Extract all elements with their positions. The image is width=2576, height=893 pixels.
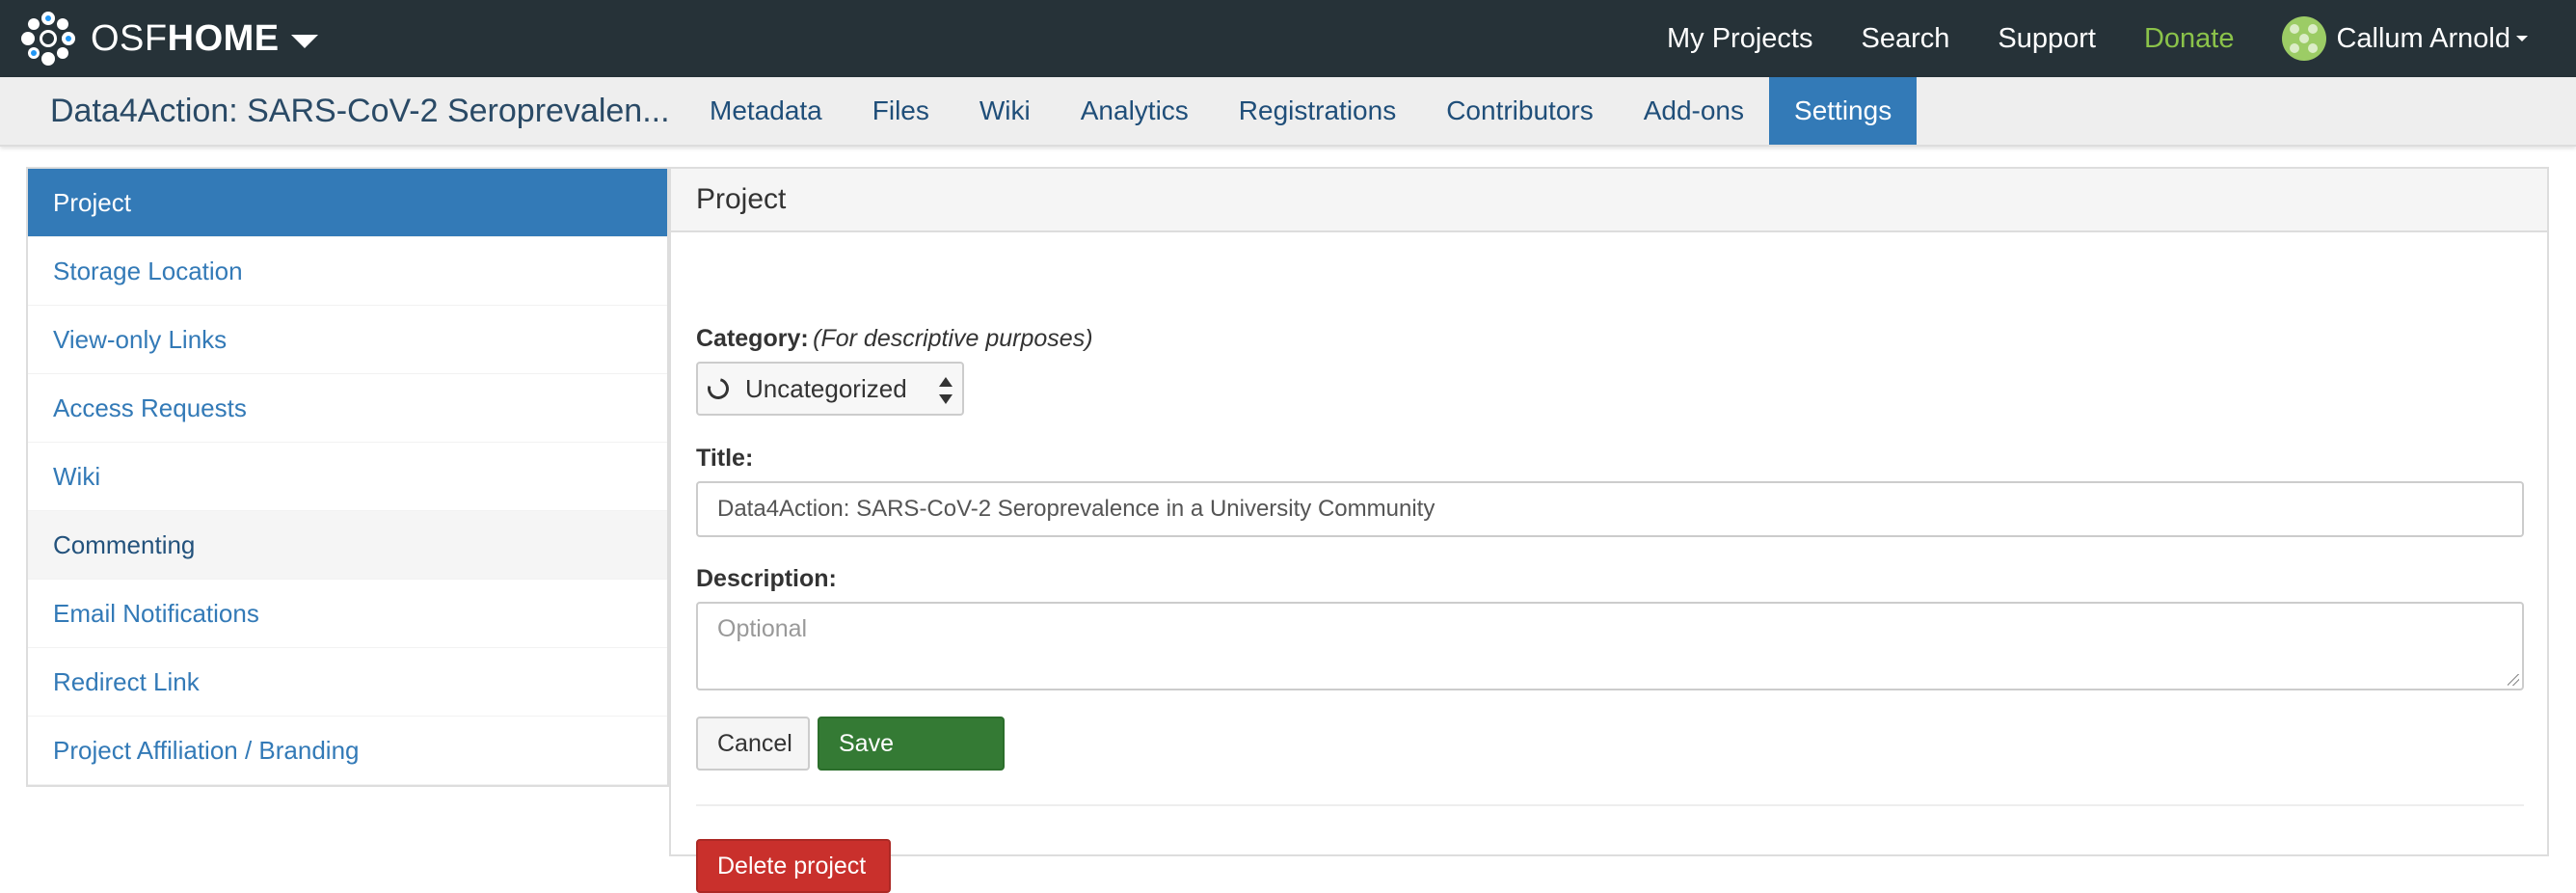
tab-settings[interactable]: Settings (1769, 77, 1918, 145)
project-tabs: Metadata Files Wiki Analytics Registrati… (684, 77, 1918, 145)
sidebar-item-access-requests[interactable]: Access Requests (28, 374, 667, 443)
user-avatar-icon (2282, 16, 2327, 61)
title-label: Title: (696, 445, 754, 472)
category-label-row: Category: (For descriptive purposes) (696, 325, 1093, 353)
user-menu[interactable]: Callum Arnold (2258, 0, 2576, 77)
sidebar-item-view-only-links[interactable]: View-only Links (28, 306, 667, 374)
divider (696, 804, 2524, 806)
sidebar-item-redirect-link[interactable]: Redirect Link (28, 648, 667, 717)
nav-search[interactable]: Search (1837, 0, 1973, 77)
top-nav: My Projects Search Support Donate Callum… (1643, 0, 2576, 77)
brand-home: HOME (167, 17, 280, 59)
tab-files[interactable]: Files (847, 77, 954, 145)
sidebar-item-project[interactable]: Project (28, 169, 667, 237)
category-select[interactable]: Uncategorized (696, 362, 964, 416)
osf-logo-icon (21, 12, 75, 66)
category-label: Category: (696, 325, 809, 352)
sidebar-item-wiki[interactable]: Wiki (28, 443, 667, 511)
sidebar-item-email-notifications[interactable]: Email Notifications (28, 580, 667, 648)
description-label-row: Description: (696, 565, 837, 593)
nav-support[interactable]: Support (1973, 0, 2120, 77)
project-subnav: Data4Action: SARS-CoV-2 Seroprevalen... … (0, 77, 2576, 147)
project-title[interactable]: Data4Action: SARS-CoV-2 Seroprevalen... (0, 93, 684, 130)
caret-down-icon (290, 35, 318, 48)
cancel-button[interactable]: Cancel (696, 717, 810, 771)
title-input[interactable]: Data4Action: SARS-CoV-2 Seroprevalence i… (696, 481, 2524, 537)
brand-osf: OSF (91, 17, 168, 59)
category-note: (For descriptive purposes) (813, 325, 1093, 352)
osf-home-brand[interactable]: OSFHOME (0, 0, 318, 77)
sidebar-item-commenting[interactable]: Commenting (28, 511, 667, 580)
sidebar-item-storage-location[interactable]: Storage Location (28, 237, 667, 306)
save-changes-button[interactable]: Save changes (818, 717, 1005, 807)
tab-wiki[interactable]: Wiki (954, 77, 1056, 145)
delete-project-button[interactable]: Delete project (696, 839, 891, 893)
panel-heading: Project (671, 169, 2547, 232)
category-value: Uncategorized (745, 373, 907, 403)
title-label-row: Title: (696, 445, 753, 473)
tab-registrations[interactable]: Registrations (1214, 77, 1421, 145)
user-caret-icon (2516, 36, 2528, 41)
project-settings-panel: Project Category: (For descriptive purpo… (669, 167, 2549, 893)
sort-arrows-icon (939, 377, 953, 404)
description-label: Description: (696, 565, 837, 592)
nav-donate[interactable]: Donate (2120, 0, 2259, 77)
tab-metadata[interactable]: Metadata (684, 77, 847, 145)
nav-my-projects[interactable]: My Projects (1643, 0, 1837, 77)
brand-text: OSFHOME (91, 18, 280, 60)
settings-sidebar: Project Storage Location View-only Links… (26, 167, 669, 787)
resize-grip-icon[interactable] (2508, 674, 2519, 686)
sidebar-item-project-affiliation[interactable]: Project Affiliation / Branding (28, 717, 667, 785)
description-textarea[interactable]: Optional (696, 602, 2524, 690)
tab-add-ons[interactable]: Add-ons (1619, 77, 1769, 145)
description-placeholder: Optional (717, 615, 808, 642)
tab-analytics[interactable]: Analytics (1056, 77, 1214, 145)
category-circle-icon (703, 373, 734, 404)
tab-contributors[interactable]: Contributors (1421, 77, 1619, 145)
user-name: Callum Arnold (2336, 22, 2510, 54)
top-navbar: OSFHOME My Projects Search Support Donat… (0, 0, 2576, 77)
